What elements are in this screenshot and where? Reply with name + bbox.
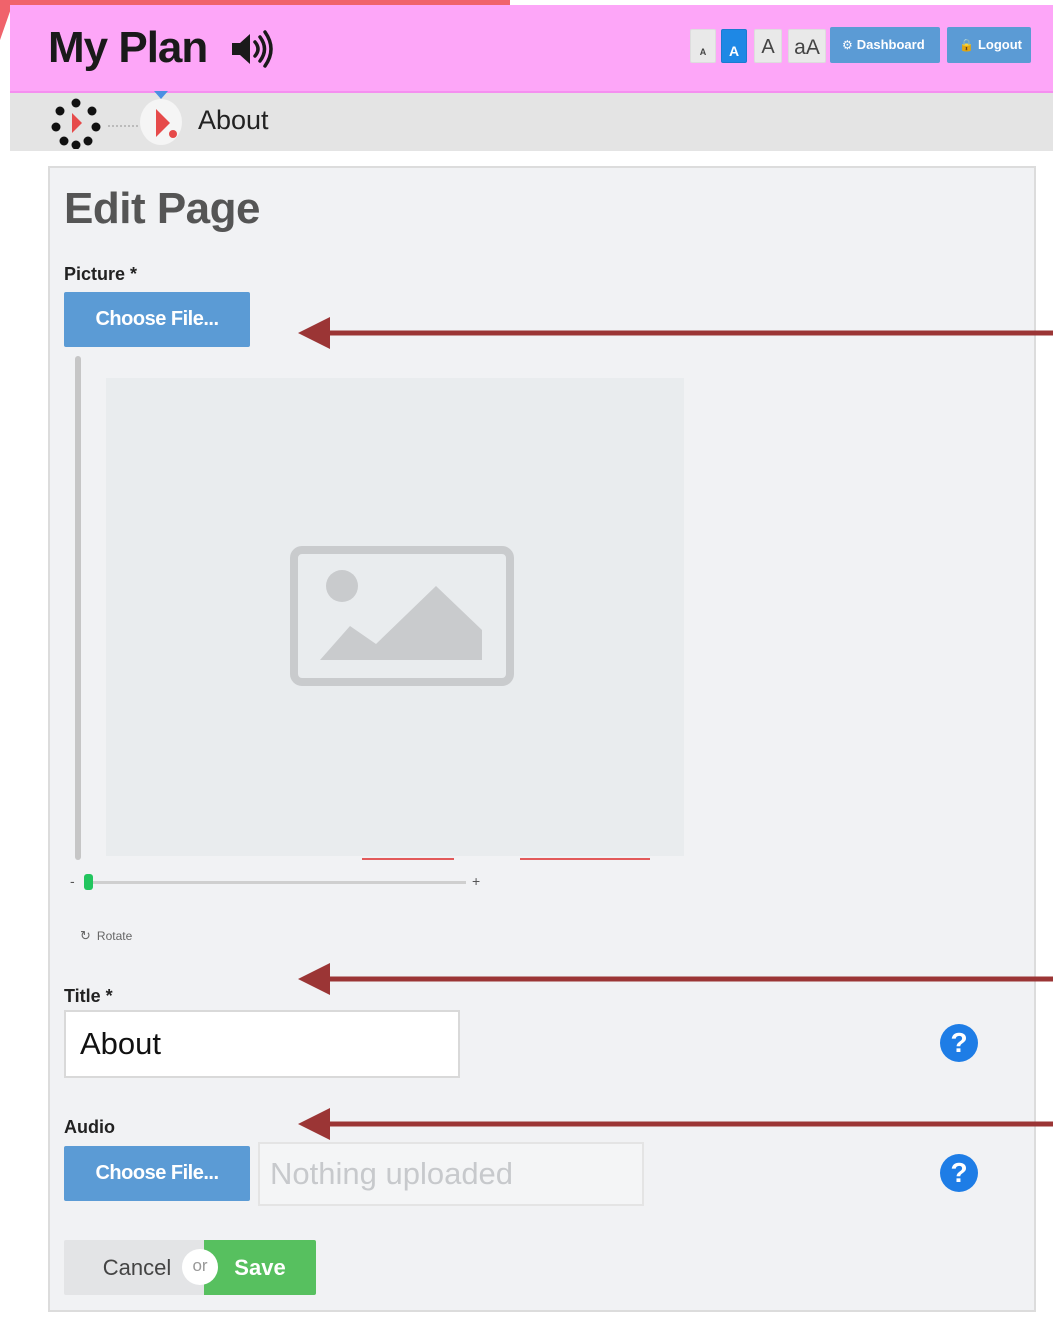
zoom-out-label: - xyxy=(70,873,75,889)
breadcrumb-connector xyxy=(108,125,138,127)
page-title: Edit Page xyxy=(64,184,261,233)
lock-icon: 🔒 xyxy=(959,38,974,52)
crop-marker-left xyxy=(362,858,454,860)
rotate-button[interactable]: ↻ Rotate xyxy=(80,928,132,944)
play-pointer-icon xyxy=(156,109,177,138)
choose-picture-button[interactable]: Choose File... xyxy=(64,292,250,347)
breadcrumb-current-page: About xyxy=(198,105,269,135)
rotate-icon: ↻ xyxy=(80,928,91,943)
zoom-slider-thumb[interactable] xyxy=(84,874,93,890)
logout-label: Logout xyxy=(977,37,1022,52)
font-size-small-button[interactable]: A xyxy=(721,29,747,63)
font-size-medium-button[interactable]: A xyxy=(754,29,782,63)
speaker-icon[interactable] xyxy=(230,29,276,69)
dashboard-label: Dashboard xyxy=(856,37,925,52)
picture-label: Picture * xyxy=(64,264,138,284)
title-help-icon[interactable]: ? xyxy=(940,1024,978,1062)
font-size-large-button[interactable]: aA xyxy=(788,29,826,63)
logout-button[interactable]: 🔒 Logout xyxy=(947,27,1031,63)
crop-marker-right xyxy=(520,858,650,860)
picture-scrollbar[interactable] xyxy=(75,356,81,860)
about-page-icon[interactable] xyxy=(140,99,182,145)
rotate-label: Rotate xyxy=(96,929,133,943)
audio-help-icon[interactable]: ? xyxy=(940,1154,978,1192)
current-page-caret-icon xyxy=(154,91,168,99)
font-size-smallest-button[interactable]: A xyxy=(690,29,716,63)
home-dots-icon[interactable] xyxy=(50,97,102,149)
annotation-arrow-audio xyxy=(298,1108,1053,1140)
zoom-slider-track[interactable] xyxy=(84,881,466,884)
annotation-arrow-picture xyxy=(298,317,1053,349)
audio-label: Audio xyxy=(64,1117,115,1137)
title-input[interactable]: About xyxy=(64,1010,460,1078)
dashboard-button[interactable]: ⚙ Dashboard xyxy=(830,27,940,63)
choose-audio-button[interactable]: Choose File... xyxy=(64,1146,250,1201)
zoom-in-label: + xyxy=(472,873,481,889)
image-placeholder-icon xyxy=(290,546,514,686)
breadcrumb: About xyxy=(10,91,1053,151)
picture-preview xyxy=(106,378,684,856)
app-title: My Plan xyxy=(48,23,208,72)
title-label: Title * xyxy=(64,986,113,1006)
audio-status-field: Nothing uploaded xyxy=(258,1142,644,1206)
save-button[interactable]: Save xyxy=(204,1240,316,1295)
annotation-arrow-title xyxy=(298,963,1053,995)
gears-icon: ⚙ xyxy=(842,38,853,52)
app-header: My Plan A A A aA ⚙ Dashboard 🔒 Logout xyxy=(10,5,1053,93)
or-separator: or xyxy=(182,1249,218,1285)
